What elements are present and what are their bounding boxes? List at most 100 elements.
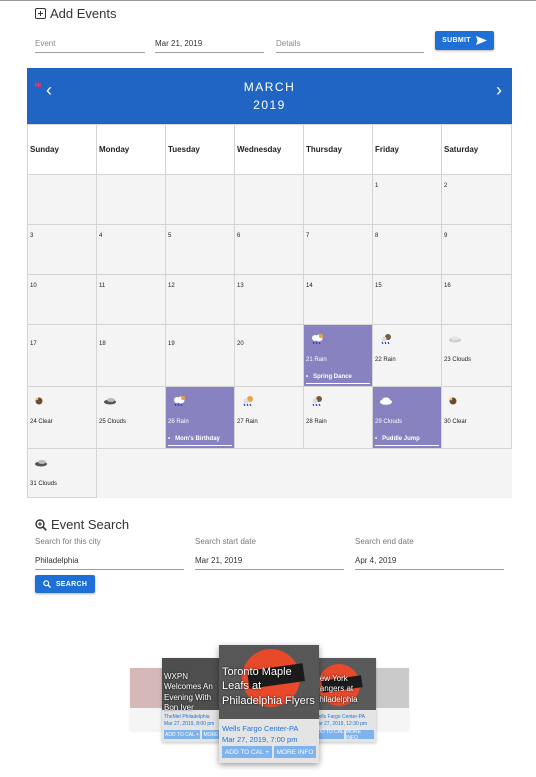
weather-label: 25 Clouds — [99, 419, 127, 425]
weather-label: 28 Rain — [306, 419, 327, 425]
submit-button[interactable]: SUBMIT — [435, 31, 494, 50]
weekday-tuesday: Tuesday — [165, 124, 235, 175]
details-placeholder: Details — [276, 39, 301, 48]
day-cell-empty — [165, 174, 235, 225]
day-cell-25[interactable]: 25 Clouds — [96, 386, 166, 449]
day-cell-11[interactable]: 11 — [96, 274, 166, 325]
carousel-card-main[interactable]: Toronto Maple Leafs at Philadelphia Flye… — [219, 645, 319, 763]
add-events-heading: Add Events — [35, 6, 117, 21]
weather-label: 31 Clouds — [30, 481, 58, 487]
weekday-friday: Friday — [372, 124, 442, 175]
day-cell-empty — [96, 174, 166, 225]
calendar-header: Hi ‹ MARCH 2019 › — [27, 68, 512, 124]
end-date-value: Apr 4, 2019 — [355, 556, 397, 565]
weather-label: 22 Rain — [375, 357, 396, 363]
weekday-monday: Monday — [96, 124, 166, 175]
day-cell-24[interactable]: 24 Clear — [27, 386, 97, 449]
more-info-button[interactable]: MORE INFO — [274, 746, 316, 758]
city-input[interactable]: Philadelphia — [35, 552, 184, 570]
event-title: Toronto Maple Leafs at Philadelphia Flye… — [222, 666, 315, 707]
clouds-icon — [379, 396, 393, 406]
day-cell-22[interactable]: 22 Rain — [372, 324, 442, 387]
weekday-wednesday: Wednesday — [234, 124, 304, 175]
event-puddle-jump[interactable]: Puddle Jump — [375, 436, 420, 442]
event-venue: Wells Fargo Center-PA — [314, 714, 365, 720]
day-cell-18[interactable]: 18 — [96, 324, 166, 387]
details-input[interactable]: Details — [276, 35, 424, 53]
add-to-cal-button[interactable]: ADD TO CAL + — [164, 730, 200, 739]
search-button[interactable]: SEARCH — [35, 575, 95, 593]
event-search-heading: Event Search — [35, 517, 129, 532]
day-cell-12[interactable]: 12 — [165, 274, 235, 325]
calendar-year: 2019 — [253, 98, 286, 112]
event-date-field[interactable]: Mar 21, 2019 — [155, 35, 264, 53]
more-info-button[interactable]: MORE — [202, 730, 220, 739]
clouds-icon — [103, 396, 117, 406]
add-to-cal-button[interactable]: ADD TO CAL + — [222, 746, 272, 758]
day-cell-26[interactable]: 26 Rain Mom's Birthday — [165, 386, 235, 449]
event-title: WXPN Welcomes An Evening With Bon Iver — [164, 672, 213, 713]
calendar-grid: Sunday Monday Tuesday Wednesday Thursday… — [27, 124, 512, 498]
day-cell-10[interactable]: 10 — [27, 274, 97, 325]
day-cell-27[interactable]: 27 Rain — [234, 386, 304, 449]
city-value: Philadelphia — [35, 556, 79, 565]
carousel-card-far-left[interactable] — [130, 668, 164, 730]
more-info-button[interactable]: MORE INFO — [346, 729, 374, 741]
weekday-saturday: Saturday — [441, 124, 512, 175]
weekday-thursday: Thursday — [303, 124, 373, 175]
day-cell-14[interactable]: 14 — [303, 274, 373, 325]
carousel-card-far-right[interactable] — [375, 668, 409, 730]
day-cell-15[interactable]: 15 — [372, 274, 442, 325]
day-cell-7[interactable]: 7 — [303, 224, 373, 275]
day-cell-4[interactable]: 4 — [96, 224, 166, 275]
day-cell-20[interactable]: 20 — [234, 324, 304, 387]
event-underline — [168, 445, 232, 446]
day-cell-5[interactable]: 5 — [165, 224, 235, 275]
day-cell-13[interactable]: 13 — [234, 274, 304, 325]
chevron-right-icon[interactable]: › — [496, 81, 502, 99]
clear-icon — [34, 396, 48, 406]
event-underline — [306, 383, 370, 384]
day-cell-6[interactable]: 6 — [234, 224, 304, 275]
event-underline — [375, 445, 439, 446]
event-moms-birthday[interactable]: Mom's Birthday — [168, 436, 220, 442]
day-cell-23[interactable]: 23 Clouds — [441, 324, 512, 387]
top-divider — [0, 0, 536, 1]
event-search-title: Event Search — [51, 517, 130, 532]
day-cell-16[interactable]: 16 — [441, 274, 512, 325]
rain-icon — [310, 396, 324, 407]
day-cell-17[interactable]: 17 — [27, 324, 97, 387]
day-cell-9[interactable]: 9 — [441, 224, 512, 275]
submit-label: SUBMIT — [442, 37, 471, 44]
weather-label: 24 Clear — [30, 419, 53, 425]
day-cell-30[interactable]: 30 Clear — [441, 386, 512, 449]
start-date-label: Search start date — [195, 537, 256, 546]
clear-icon — [448, 396, 462, 406]
weather-label: 30 Clear — [444, 419, 467, 425]
day-cell-28[interactable]: 28 Rain — [303, 386, 373, 449]
send-icon — [475, 36, 487, 45]
day-cell-2[interactable]: 2 — [441, 174, 512, 225]
event-input[interactable]: Event — [35, 35, 145, 53]
day-cell-19[interactable]: 19 — [165, 324, 235, 387]
event-date: Mar 27, 2019, 7:00 pm — [222, 735, 298, 744]
carousel-card-left[interactable]: WXPN Welcomes An Evening With Bon Iver T… — [162, 658, 222, 742]
start-date-input[interactable]: Mar 21, 2019 — [195, 552, 344, 570]
end-date-label: Search end date — [355, 537, 414, 546]
day-cell-8[interactable]: 8 — [372, 224, 442, 275]
zoom-in-icon — [35, 518, 47, 531]
event-date: Mar 27, 2019, 12:30 pm — [314, 721, 368, 727]
day-cell-29[interactable]: 29 Clouds Puddle Jump — [372, 386, 442, 449]
carousel-card-right[interactable]: New York Rangers at Philadelphia Wells F… — [312, 658, 376, 742]
event-spring-dance[interactable]: Spring Dance — [306, 374, 352, 380]
event-image — [130, 668, 164, 708]
rain-icon — [172, 396, 186, 407]
day-cell-31[interactable]: 31 Clouds — [27, 448, 97, 498]
day-cell-1[interactable]: 1 — [372, 174, 442, 225]
end-date-input[interactable]: Apr 4, 2019 — [355, 552, 504, 570]
day-cell-empty — [234, 174, 304, 225]
day-cell-3[interactable]: 3 — [27, 224, 97, 275]
calendar-plus-icon — [35, 8, 46, 19]
day-cell-21[interactable]: 21 Rain Spring Dance — [303, 324, 373, 387]
event-placeholder: Event — [35, 39, 56, 48]
